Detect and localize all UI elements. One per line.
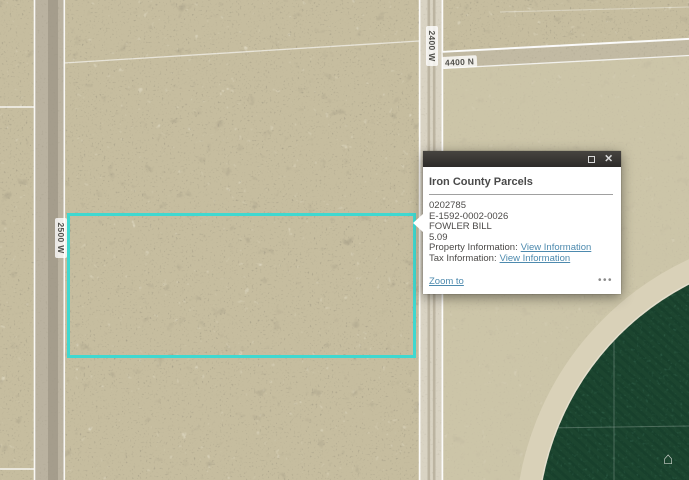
popup-pointer bbox=[413, 214, 423, 232]
selected-parcel-outline[interactable] bbox=[67, 213, 416, 358]
popup-body: Iron County Parcels 0202785 E-1592-0002-… bbox=[423, 167, 621, 294]
road-label-2400-w: 2400 W bbox=[426, 26, 438, 66]
zoom-to-link[interactable]: Zoom to bbox=[429, 276, 464, 287]
maximize-icon[interactable] bbox=[588, 156, 595, 163]
house-watermark-icon: ⌂ bbox=[663, 450, 673, 467]
popup-divider bbox=[429, 194, 613, 195]
more-options-icon[interactable]: ••• bbox=[598, 276, 613, 286]
property-info-label: Property Information: bbox=[429, 242, 518, 253]
map-viewport: 2400 W 4400 N 2500 W ✕ Iron County Parce… bbox=[0, 0, 689, 480]
popup-title: Iron County Parcels bbox=[429, 176, 613, 189]
parcel-info-popup: ✕ Iron County Parcels 0202785 E-1592-000… bbox=[423, 151, 621, 294]
popup-footer: Zoom to ••• bbox=[429, 276, 613, 287]
parcel-number: 0202785 bbox=[429, 201, 613, 212]
owner-name: FOWLER BILL bbox=[429, 222, 613, 233]
property-info-link[interactable]: View Information bbox=[521, 242, 592, 253]
tax-info-link[interactable]: View Information bbox=[500, 253, 571, 264]
tax-info-label: Tax Information: bbox=[429, 253, 497, 264]
popup-titlebar: ✕ bbox=[423, 151, 621, 167]
tax-information-row: Tax Information:View Information bbox=[429, 254, 613, 265]
road-label-2500-w: 2500 W bbox=[55, 218, 67, 258]
road-label-4400-n: 4400 N bbox=[442, 55, 478, 69]
close-icon[interactable]: ✕ bbox=[604, 151, 613, 167]
